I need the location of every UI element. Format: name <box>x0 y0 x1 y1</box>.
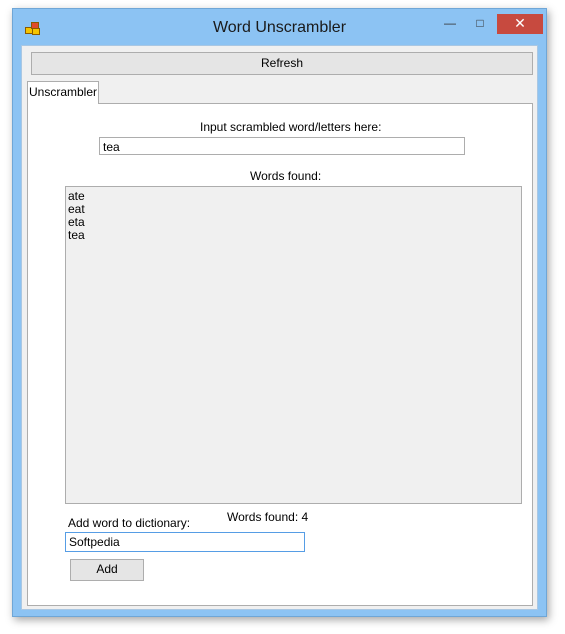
app-window: Word Unscrambler — □ ✕ Refresh Unscrambl… <box>12 8 547 617</box>
title-bar[interactable]: Word Unscrambler — □ ✕ <box>13 9 546 44</box>
add-button[interactable]: Add <box>70 559 144 581</box>
close-icon[interactable]: ✕ <box>497 14 543 34</box>
results-list[interactable]: ate eat eta tea <box>65 186 522 504</box>
scrambled-word-input[interactable]: tea <box>99 137 465 155</box>
maximize-icon[interactable]: □ <box>467 14 493 34</box>
add-word-label: Add word to dictionary: <box>68 516 191 530</box>
list-item[interactable]: eat <box>68 203 519 216</box>
client-area: Refresh Unscrambler SOFTPEDIA www.softpe… <box>21 45 538 610</box>
dictionary-word-input[interactable]: Softpedia <box>65 532 305 552</box>
words-found-count: Words found: 4 <box>227 510 309 524</box>
list-item[interactable]: eta <box>68 216 519 229</box>
list-item[interactable]: ate <box>68 190 519 203</box>
tab-unscrambler[interactable]: Unscrambler <box>27 81 99 104</box>
refresh-button[interactable]: Refresh <box>31 52 533 75</box>
results-label: Words found: <box>250 169 322 183</box>
input-label: Input scrambled word/letters here: <box>200 120 382 134</box>
list-item[interactable]: tea <box>68 229 519 242</box>
minimize-icon[interactable]: — <box>437 14 463 34</box>
unscrambler-panel: SOFTPEDIA www.softpedia.com Input scramb… <box>27 103 533 606</box>
